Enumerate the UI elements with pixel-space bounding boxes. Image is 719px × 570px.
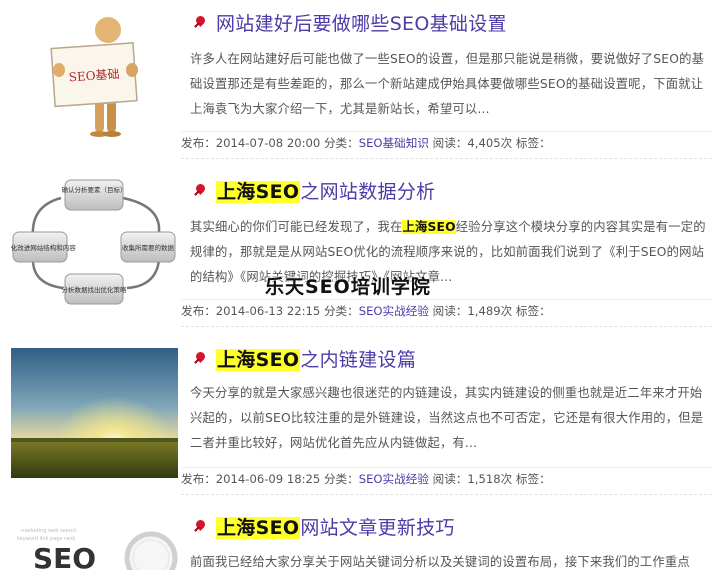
post-meta: 发布：2014-07-08 20:00 分类：SEO基础知识 阅读：4,405次… — [181, 136, 551, 150]
seo-magnifier-image: marketing web search keyword link page r… — [11, 518, 178, 570]
diagram-node-label: 确认分析要素（目标） — [62, 185, 127, 194]
diagram-node-label: 优化改进网站结构和内容 — [11, 243, 76, 252]
post-excerpt: 今天分享的就是大家感兴趣也很迷茫的内链建设，其实内链建设的侧重也就是近二年来才开… — [190, 386, 704, 450]
post-thumbnail[interactable] — [11, 348, 178, 478]
diagram-node-label: 收集所需要的数据 — [122, 243, 175, 252]
diagram-node-label: 分析数据找出优化策略 — [62, 285, 128, 294]
post-thumbnail[interactable]: SEO基础 — [11, 8, 178, 138]
pin-icon — [193, 15, 207, 29]
post-thumbnail[interactable]: marketing web search keyword link page r… — [11, 518, 178, 570]
post-title: 上海SEO网站文章更新技巧 — [216, 516, 455, 539]
category-link[interactable]: SEO实战经验 — [359, 472, 429, 486]
watermark: 乐天SEO培训学院 — [265, 276, 431, 298]
post-title-link[interactable]: 上海SEO之网站数据分析 — [193, 176, 435, 204]
meta-divider — [181, 299, 712, 300]
pin-icon — [193, 183, 207, 197]
meta-divider — [181, 131, 712, 132]
post-item: 确认分析要素（目标） 收集所需要的数据 分析数据找出优化策略 优化改进网站结构和… — [0, 168, 719, 336]
meta-divider — [181, 467, 712, 468]
pin-icon — [193, 351, 207, 365]
post-separator — [181, 326, 712, 327]
post-title: 网站建好后要做哪些SEO基础设置 — [216, 12, 507, 35]
thumb-label: SEO — [33, 542, 96, 570]
category-link[interactable]: SEO基础知识 — [359, 136, 429, 150]
post-item: marketing web search keyword link page r… — [0, 504, 719, 570]
pin-icon — [193, 519, 207, 533]
post-separator — [181, 494, 712, 495]
post-item: SEO基础 网站建好后要做哪些SEO基础设置 许多人在网站建好后可能也做了一些S… — [0, 0, 719, 168]
post-title-link[interactable]: 上海SEO之内链建设篇 — [193, 344, 416, 372]
post-title: 上海SEO之网站数据分析 — [216, 180, 436, 203]
post-excerpt: 前面我已经给大家分享关于网站关键词分析以及关键词的设置布局，接下来我们的工作重点 — [190, 555, 690, 569]
post-item: 上海SEO之内链建设篇 今天分享的就是大家感兴趣也很迷茫的内链建设，其实内链建设… — [0, 336, 719, 504]
post-meta: 发布：2014-06-09 18:25 分类：SEO实战经验 阅读：1,518次… — [181, 472, 551, 486]
sunset-field-image — [11, 348, 178, 478]
post-title-link[interactable]: 网站建好后要做哪些SEO基础设置 — [193, 8, 507, 36]
post-excerpt: 许多人在网站建好后可能也做了一些SEO的设置，但是那只能说是稍微，要说做好了SE… — [190, 52, 705, 116]
post-thumbnail[interactable]: 确认分析要素（目标） 收集所需要的数据 分析数据找出优化策略 优化改进网站结构和… — [11, 176, 178, 306]
svg-text:marketing web search: marketing web search — [21, 528, 77, 534]
data-analysis-cycle-diagram: 确认分析要素（目标） 收集所需要的数据 分析数据找出优化策略 优化改进网站结构和… — [11, 176, 178, 306]
post-meta: 发布：2014-06-13 22:15 分类：SEO实战经验 阅读：1,489次… — [181, 304, 551, 318]
category-link[interactable]: SEO实战经验 — [359, 304, 429, 318]
seo-board-figure-image: SEO基础 — [11, 8, 178, 138]
post-title-link[interactable]: 上海SEO网站文章更新技巧 — [193, 512, 455, 540]
post-title: 上海SEO之内链建设篇 — [216, 348, 417, 371]
post-separator — [181, 158, 712, 159]
